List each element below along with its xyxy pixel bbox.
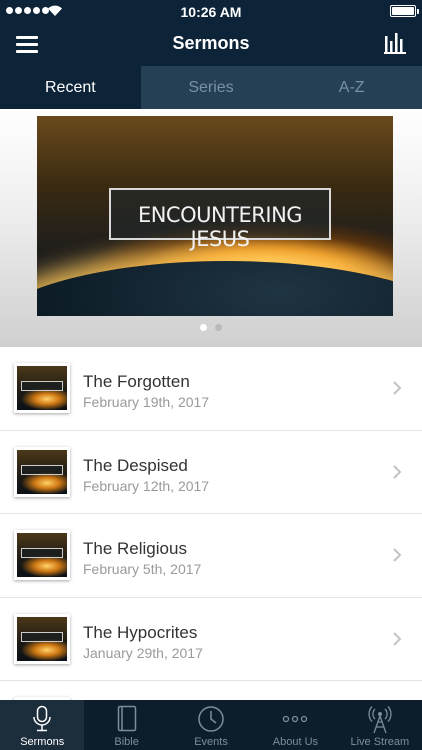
chevron-right-icon [393,464,402,479]
sermon-thumbnail [14,363,70,413]
banner-title-frame: ENCOUNTERING JESUS [109,188,331,251]
sermon-thumbnail [14,530,70,580]
bottom-tab-bar: Sermons Bible Events About Us Live Strea… [0,700,422,750]
tab-recent[interactable]: Recent [0,66,141,109]
tabbar-item-sermons[interactable]: Sermons [0,700,85,750]
chevron-right-icon [393,381,402,395]
chevron-right-icon [393,548,402,562]
tabbar-label: Events [194,736,228,748]
tabbar-label: About Us [272,736,319,748]
sermon-thumbnail [14,446,70,497]
sermon-row-partial[interactable] [0,681,422,700]
navigation-bar: Sermons [0,22,422,66]
status-time: 10:26 AM [180,4,242,20]
broadcast-tower-icon [368,706,392,734]
top-bar: 10:26 AM Sermons [0,0,422,66]
tabbar-label: Bible [114,736,139,748]
tabbar-item-about-us[interactable]: About Us [253,700,337,750]
sermon-row[interactable]: The Hypocrites January 29th, 2017 [0,598,422,681]
sermon-title: The Forgotten [83,372,190,391]
segment-tabs: Recent Series A-Z [0,66,422,109]
status-bar: 10:26 AM [0,0,422,22]
sermon-date: February 19th, 2017 [83,394,210,410]
page-title: Sermons [172,33,250,53]
sermon-title: The Despised [83,455,188,475]
tabbar-item-live-stream[interactable]: Live Stream [338,700,422,750]
sermon-row[interactable]: The Forgotten February 19th, 2017 [0,347,422,431]
tab-series[interactable]: Series [141,66,282,109]
sermon-date: February 5th, 2017 [83,561,202,577]
page-dot-1[interactable] [200,324,207,331]
tabbar-label: Sermons [20,736,65,748]
tabbar-label: Live Stream [350,736,410,748]
audio-levels-icon[interactable] [384,32,406,54]
tab-a-z[interactable]: A-Z [281,66,422,109]
battery-icon [390,5,419,17]
clock-icon [198,706,224,732]
book-icon [117,705,136,732]
sermon-date: February 12th, 2017 [83,477,210,494]
tabbar-item-events[interactable]: Events [169,700,253,750]
sermon-row[interactable]: The Despised February 12th, 2017 [0,431,422,514]
featured-series-banner[interactable]: ENCOUNTERING JESUS [37,116,393,316]
sermon-title: The Hypocrites [83,622,198,642]
banner-title: ENCOUNTERING JESUS [137,203,303,251]
microphone-icon [33,705,51,732]
earth-horizon-graphic [37,261,393,316]
sermon-list: The Forgotten February 19th, 2017 The De… [0,347,422,700]
sermon-date: January 29th, 2017 [83,644,203,661]
tabbar-item-bible[interactable]: Bible [84,700,168,750]
chevron-right-icon [393,631,402,646]
more-dots-icon [283,715,308,723]
featured-carousel: ENCOUNTERING JESUS [0,109,422,347]
page-indicator [0,324,422,331]
page-dot-2[interactable] [215,324,222,331]
sermon-title: The Religious [83,539,187,558]
sermon-row[interactable]: The Religious February 5th, 2017 [0,514,422,598]
sermon-thumbnail [14,613,70,664]
